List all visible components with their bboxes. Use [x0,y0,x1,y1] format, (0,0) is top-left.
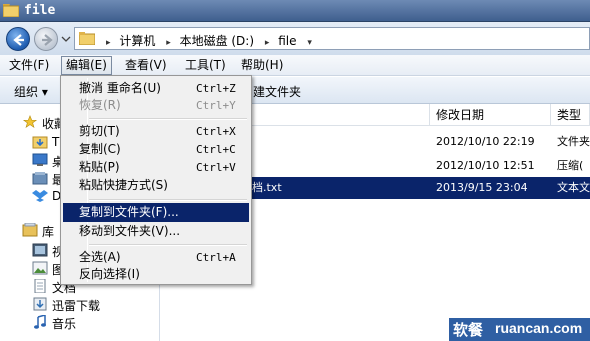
menu-item-shortcut: Ctrl+X [196,125,236,138]
nav-libraries-label: 库 [42,225,55,239]
video-icon [32,243,48,257]
menu-item-label: 粘贴快捷方式(S) [79,178,168,192]
desktop-icon [32,153,48,166]
cell-type: 文件夹 [557,135,590,148]
menu-item-label: 反向选择(I) [79,267,140,281]
address-row: ▸ 计算机 ▸ 本地磁盘 (D:) ▸ file ▾ [0,22,590,55]
menu-item-label: 复制到文件夹(F)... [79,205,179,219]
dropbox-icon [32,190,48,202]
menu-item-label: 粘贴(P) [79,160,120,174]
menu-item-paste[interactable]: 粘贴(P) Ctrl+V [63,158,249,177]
breadcrumb-dropdown-icon[interactable]: ▾ [307,38,312,48]
organize-button[interactable]: 组织 ▾ [14,83,48,100]
menu-item-cut[interactable]: 剪切(T) Ctrl+X [63,122,249,141]
watermark-cn: 软餐 [453,321,484,339]
column-header-type[interactable]: 类型 [551,104,590,126]
column-header-modified[interactable]: 修改日期 [430,104,551,126]
music-note-icon [34,315,46,329]
nav-music-label: 音乐 [52,317,77,331]
download-folder-icon [32,136,48,149]
menu-view[interactable]: 查看(V) [121,57,171,74]
menu-item-label: 剪切(T) [79,124,120,138]
menu-bar: 文件(F) 编辑(E) 查看(V) 工具(T) 帮助(H) [0,55,590,76]
forward-button[interactable] [34,27,58,51]
new-folder-button[interactable]: 建文件夹 [253,83,301,100]
cell-modified: 2012/10/10 12:51 [436,159,535,172]
cell-modified: 2013/9/15 23:04 [436,181,528,194]
title-bar: file [0,0,590,22]
recent-pages-chevron-icon[interactable] [61,34,71,44]
menu-item-shortcut: Ctrl+V [196,161,236,174]
back-arrow-icon [13,34,24,46]
documents-icon [34,279,46,293]
cell-modified: 2012/10/10 22:19 [436,135,535,148]
cell-type: 压缩( [557,159,584,172]
menu-tools[interactable]: 工具(T) [181,57,230,74]
menu-item-paste-shortcut[interactable]: 粘贴快捷方式(S) [63,176,249,195]
breadcrumb-computer[interactable]: 计算机 [119,34,155,48]
nav-xunlei-label: 迅雷下载 [52,299,101,313]
breadcrumb-file[interactable]: file [278,34,296,48]
nav-fav-label: T [52,135,60,149]
menu-item-copy-to-folder[interactable]: 复制到文件夹(F)... [63,203,249,222]
menu-item-copy[interactable]: 复制(C) Ctrl+C [63,140,249,159]
menu-item-shortcut: Ctrl+Y [196,99,236,112]
menu-item-label: 复制(C) [79,142,121,156]
menu-file[interactable]: 文件(F) [5,57,53,74]
recent-places-icon [32,172,48,185]
pictures-icon [32,261,48,275]
edit-menu: 撤消 重命名(U) Ctrl+Z 恢复(R) Ctrl+Y 剪切(T) Ctrl… [60,75,252,285]
cell-type: 文本文 [557,181,590,194]
forward-arrow-icon [42,34,53,46]
menu-separator [89,118,247,120]
address-bar[interactable]: ▸ 计算机 ▸ 本地磁盘 (D:) ▸ file ▾ [74,27,590,50]
window-title: file [24,3,56,18]
menu-item-redo[interactable]: 恢复(R) Ctrl+Y [63,96,249,115]
folder-icon [3,4,19,17]
menu-item-shortcut: Ctrl+C [196,143,236,156]
breadcrumb-chevron-icon[interactable]: ▸ [166,38,171,48]
breadcrumb-chevron-icon[interactable]: ▸ [265,38,270,48]
menu-item-label: 恢复(R) [79,98,121,112]
watermark-en: ruancan.com [495,320,583,336]
menu-separator [89,199,247,201]
library-icon [22,223,38,237]
breadcrumb-local-disk[interactable]: 本地磁盘 (D:) [180,34,254,48]
watermark: 软餐 ruancan.com [449,318,590,341]
download-folder-icon [33,297,47,311]
menu-separator [89,244,247,246]
menu-edit[interactable]: 编辑(E) [61,56,112,75]
menu-item-move-to-folder[interactable]: 移动到文件夹(V)... [63,222,249,241]
menu-item-invert-selection[interactable]: 反向选择(I) [63,265,249,284]
breadcrumb-chevron-icon[interactable]: ▸ [106,38,111,48]
menu-help[interactable]: 帮助(H) [237,57,287,74]
star-icon [22,115,38,128]
back-button[interactable] [6,27,30,51]
folder-icon [79,32,95,45]
menu-item-label: 移动到文件夹(V)... [79,224,181,238]
